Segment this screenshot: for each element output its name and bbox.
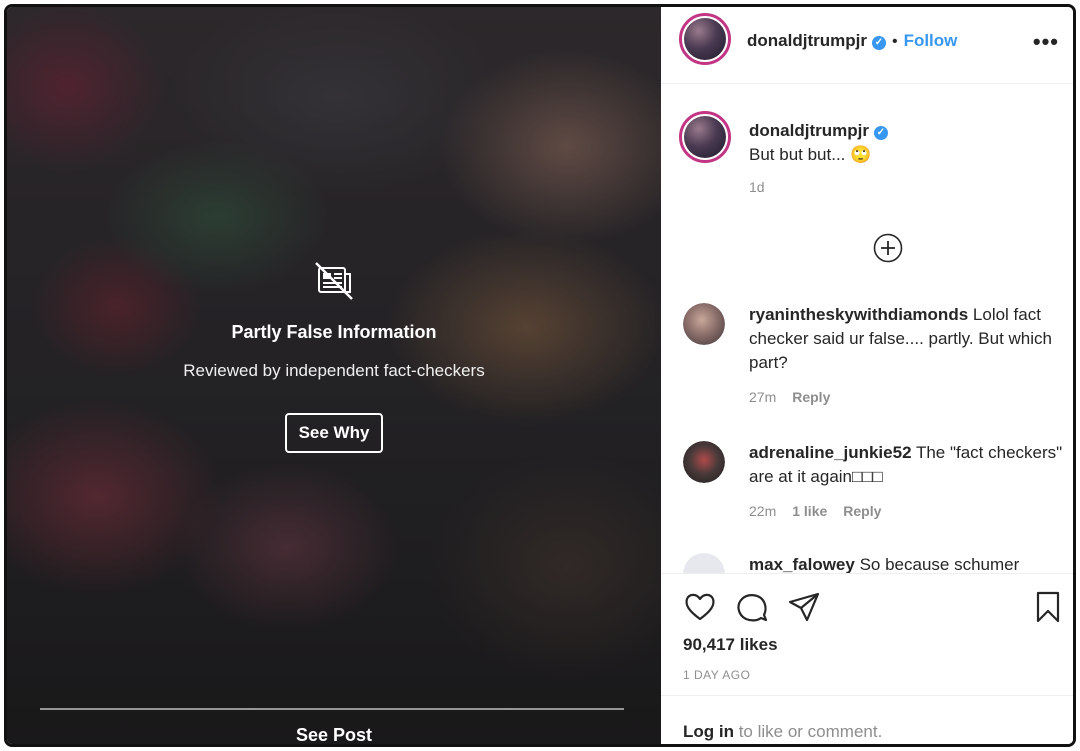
separator-dot: •: [891, 33, 898, 50]
comment-username[interactable]: max_falowey: [749, 555, 855, 574]
comment-item: adrenaline_junkie52 The "fact checkers" …: [683, 441, 1065, 531]
load-more-comments-icon[interactable]: [873, 233, 903, 263]
follow-button[interactable]: Follow: [904, 31, 958, 50]
comment-username[interactable]: adrenaline_junkie52: [749, 443, 912, 462]
fact-check-subtitle: Reviewed by independent fact-checkers: [183, 361, 485, 380]
author-avatar[interactable]: [679, 13, 731, 65]
verified-badge-icon: ✓: [871, 36, 886, 50]
commenter-avatar[interactable]: [683, 553, 725, 575]
verified-badge-icon: ✓: [873, 126, 888, 140]
post-age[interactable]: 1 DAY AGO: [683, 668, 750, 682]
comment-meta: 22m 1 like Reply: [749, 503, 1065, 519]
comment-item: ryanintheskywithdiamonds Lolol fact chec…: [683, 303, 1065, 413]
login-prompt: Log in to like or comment.: [683, 722, 882, 742]
commenter-avatar[interactable]: [683, 303, 725, 345]
login-prompt-rest: to like or comment.: [733, 722, 883, 741]
see-post-button[interactable]: See Post: [7, 725, 661, 744]
see-why-button[interactable]: See Why: [284, 413, 384, 453]
caption-text: But but but... 🙄: [749, 145, 872, 164]
comment-time[interactable]: 27m: [749, 389, 776, 405]
caption-avatar[interactable]: [679, 111, 731, 163]
likes-count[interactable]: 90,417 likes: [683, 635, 778, 655]
post-actions: 90,417 likes 1 DAY AGO Log in to like or…: [661, 573, 1073, 744]
screenshot-frame: Partly False Information Reviewed by ind…: [4, 4, 1076, 747]
comment-likes[interactable]: 1 like: [792, 503, 827, 519]
post-header: donaldjtrumpjr ✓ • Follow •••: [661, 7, 1073, 84]
caption-username[interactable]: donaldjtrumpjr: [749, 121, 869, 140]
fact-check-title: Partly False Information: [231, 322, 437, 342]
more-options-icon[interactable]: •••: [1033, 29, 1059, 55]
comment-meta: 27m Reply: [749, 389, 1065, 405]
header-author-line: donaldjtrumpjr ✓ • Follow: [747, 31, 957, 51]
comment-time[interactable]: 22m: [749, 503, 776, 519]
comment-item-partial: max_falowey So because schumer: [683, 553, 1065, 575]
login-bar: Log in to like or comment.: [661, 695, 1073, 741]
comment-text: So because schumer: [859, 555, 1020, 574]
caption-time[interactable]: 1d: [749, 179, 1063, 195]
share-send-icon[interactable]: [787, 590, 821, 624]
comment-bubble-icon[interactable]: [735, 590, 769, 624]
header-username[interactable]: donaldjtrumpjr: [747, 31, 867, 50]
fact-check-overlay: Partly False Information Reviewed by ind…: [7, 259, 661, 453]
see-post-divider: [40, 708, 624, 710]
reply-button[interactable]: Reply: [843, 503, 881, 519]
like-heart-icon[interactable]: [683, 590, 717, 624]
commenter-avatar[interactable]: [683, 441, 725, 483]
post-side-panel: donaldjtrumpjr ✓ • Follow ••• donaldjtrumpj…: [661, 7, 1073, 744]
reply-button[interactable]: Reply: [792, 389, 830, 405]
caption: donaldjtrumpjr ✓ But but but... 🙄 1d: [749, 119, 1063, 195]
save-bookmark-icon[interactable]: [1031, 590, 1065, 624]
login-link[interactable]: Log in: [683, 722, 734, 741]
comment-username[interactable]: ryanintheskywithdiamonds: [749, 305, 968, 324]
fact-check-icon: [312, 259, 356, 303]
